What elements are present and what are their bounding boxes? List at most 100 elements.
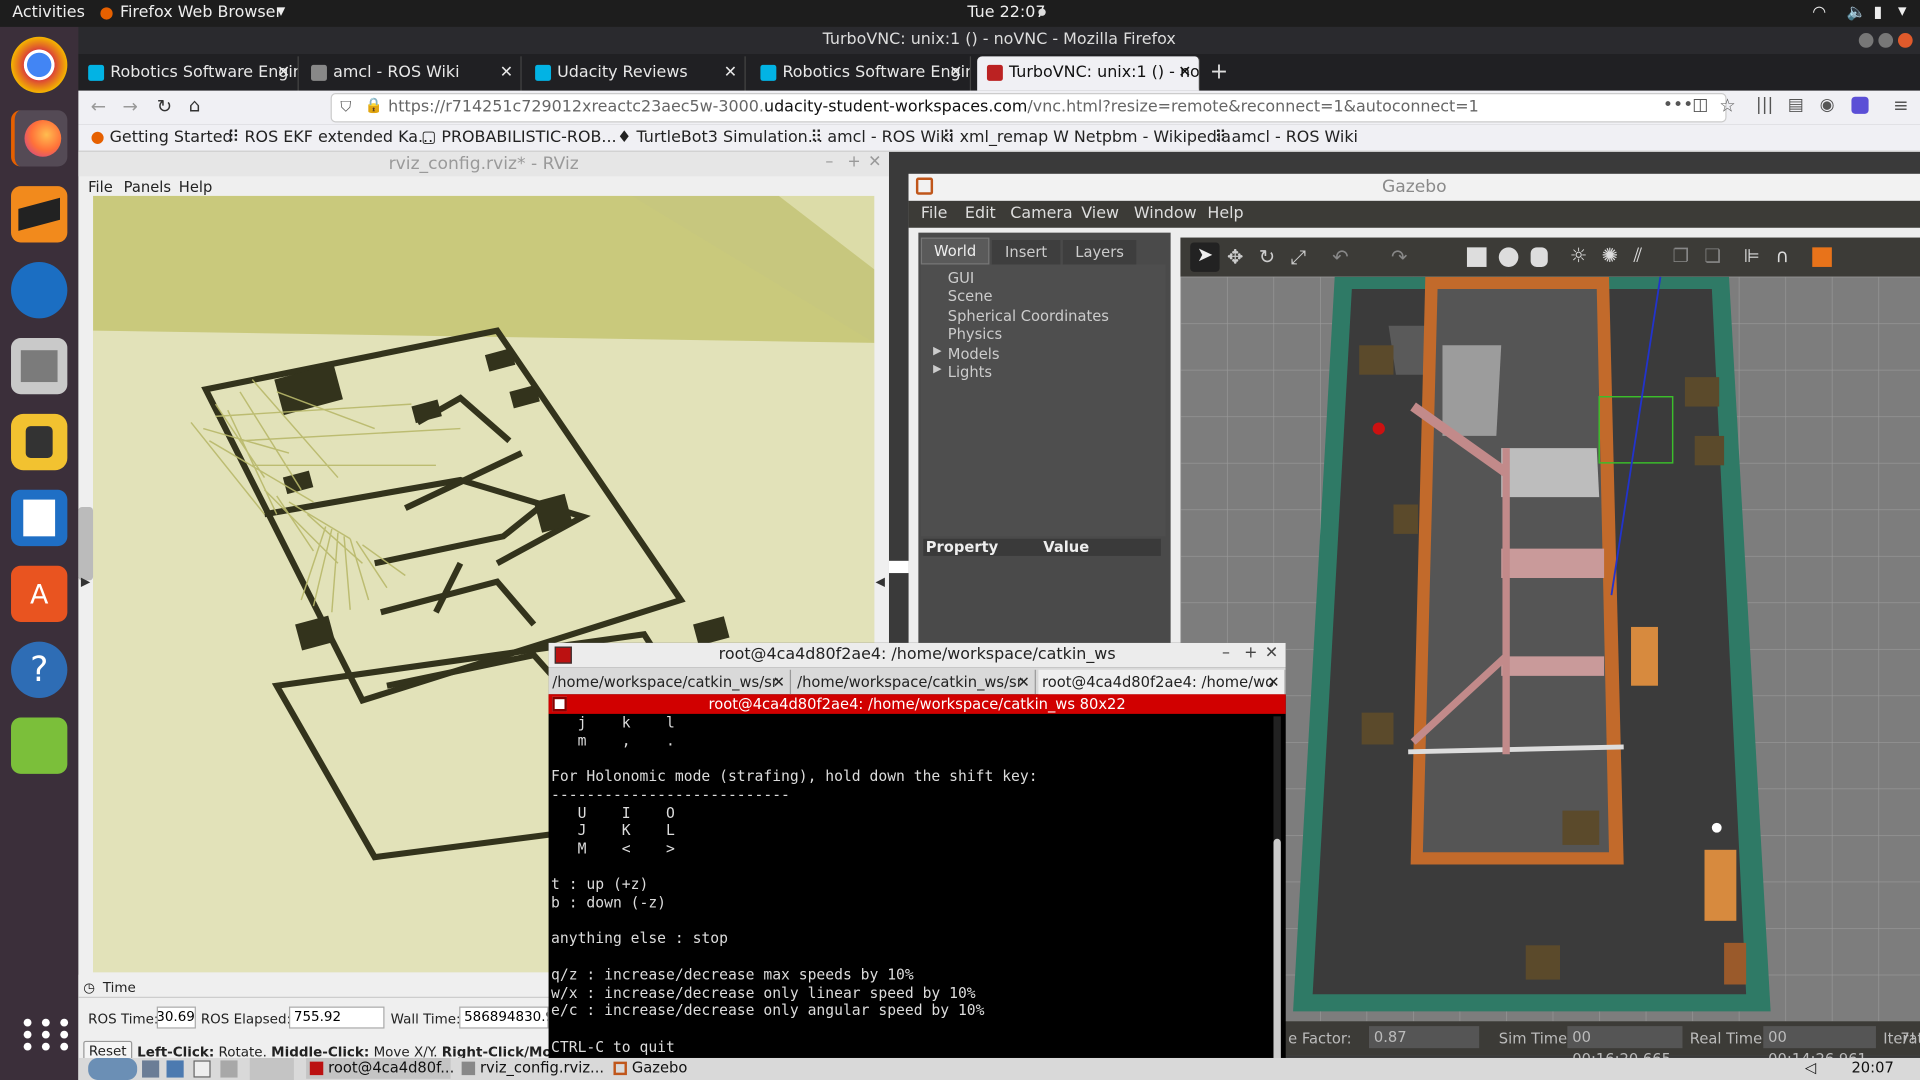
volume-icon[interactable]: 🔈	[1847, 4, 1867, 22]
snap-icon[interactable]: ∩	[1776, 245, 1789, 267]
gazebo-3d-view[interactable]	[1180, 276, 1920, 1056]
account-icon[interactable]: ◉	[1820, 96, 1835, 116]
menu-help[interactable]: Help	[179, 179, 213, 196]
writer-icon[interactable]	[11, 489, 68, 547]
menu-file[interactable]: File	[921, 204, 948, 222]
workspace-switcher[interactable]	[249, 1057, 294, 1080]
bookmark-amcl-2[interactable]: ⠿ amcl - ROS Wiki	[1215, 129, 1358, 147]
workspace-icon[interactable]	[11, 186, 68, 243]
menu-edit[interactable]: Edit	[965, 204, 996, 222]
back-icon[interactable]: ←	[91, 96, 106, 118]
terminal-tab-3[interactable]: root@4ca4d80f2ae4: /home/wo ✕	[1038, 669, 1286, 695]
point-light-icon[interactable]: ☼	[1570, 244, 1588, 267]
app-menu[interactable]: Firefox Web Browser	[120, 4, 282, 22]
close-tab-icon[interactable]: ✕	[773, 670, 785, 694]
rhythmbox-icon[interactable]	[11, 413, 68, 471]
text-editor-icon[interactable]	[11, 717, 68, 774]
tab-world[interactable]: World	[920, 237, 990, 265]
spot-light-icon[interactable]: ✺	[1602, 244, 1618, 267]
change-view-icon[interactable]	[1812, 247, 1832, 267]
sphere-shape-icon[interactable]	[1498, 247, 1519, 267]
software-center-icon[interactable]: A	[11, 565, 68, 623]
scale-tool-icon[interactable]: ⤢	[1291, 245, 1307, 269]
maximize-icon[interactable]: +	[1244, 644, 1257, 662]
pocket-icon[interactable]: ◫	[1692, 96, 1708, 116]
close-icon[interactable]	[1897, 33, 1913, 48]
activities-button[interactable]: Activities	[12, 4, 85, 22]
bookmark-star-icon[interactable]: ☆	[1719, 94, 1735, 116]
collapse-right-icon[interactable]: ◀	[876, 576, 885, 589]
task-terminal[interactable]: root@4ca4d80f...	[306, 1057, 454, 1079]
show-desktop-icon[interactable]	[142, 1060, 160, 1078]
shield-icon[interactable]: ⛉	[340, 98, 351, 116]
tree-models[interactable]: Models	[948, 345, 1000, 362]
show-applications-icon[interactable]: ••• ••• •••	[20, 1011, 73, 1062]
tree-lights[interactable]: Lights	[948, 364, 992, 381]
ros-time-field[interactable]: 30.69	[156, 1006, 196, 1029]
terminal-tab-2[interactable]: /home/workspace/catkin_ws/sr ✕	[793, 669, 1036, 695]
settings-icon[interactable]	[166, 1060, 184, 1078]
menu-file[interactable]: File	[88, 179, 113, 196]
bookmark-turtlebot3[interactable]: ♦ TurtleBot3 Simulation...	[617, 129, 823, 147]
terminal-launcher-icon[interactable]	[193, 1060, 211, 1078]
expand-icon[interactable]: ▶	[933, 364, 941, 376]
chrome-icon[interactable]	[11, 36, 68, 94]
tree-scene[interactable]: Scene	[948, 288, 993, 305]
tab-robotics-2[interactable]: Robotics Software Engin ✕	[751, 56, 972, 91]
close-icon[interactable]: ✕	[868, 153, 881, 171]
home-icon[interactable]: ⌂	[189, 94, 201, 116]
library-icon[interactable]: |||	[1756, 96, 1773, 116]
terminal-tab-1[interactable]: /home/workspace/catkin_ws/sr ✕	[549, 669, 792, 695]
page-actions-icon[interactable]: •••	[1663, 96, 1693, 116]
close-tab-icon[interactable]: ✕	[1017, 670, 1029, 694]
select-tool-icon[interactable]: ➤	[1190, 242, 1220, 272]
task-gazebo[interactable]: Gazebo	[610, 1058, 754, 1079]
tab-turbovnc[interactable]: TurboVNC: unix:1 () - noV ✕	[977, 56, 1201, 91]
ros-elapsed-field[interactable]: 755.92	[288, 1006, 385, 1029]
directional-light-icon[interactable]: ⫽	[1633, 244, 1642, 268]
redo-icon[interactable]: ↷	[1391, 245, 1407, 268]
tree-physics[interactable]: Physics	[948, 326, 1002, 343]
bookmark-getting-started[interactable]: ● Getting Started	[91, 129, 233, 147]
bookmark-amcl[interactable]: ⠿ amcl - ROS Wiki	[811, 129, 954, 147]
translate-tool-icon[interactable]: ✥	[1227, 245, 1243, 268]
minimize-icon[interactable]: –	[1222, 644, 1230, 662]
menu-window[interactable]: Window	[1134, 204, 1197, 222]
speaker-icon[interactable]: ◁	[1805, 1059, 1816, 1076]
minimize-icon[interactable]: –	[825, 153, 833, 171]
filemanager-icon[interactable]	[220, 1060, 238, 1078]
files-icon[interactable]	[11, 337, 68, 395]
close-tab-icon[interactable]: ✕	[1178, 56, 1191, 90]
reload-icon[interactable]: ↻	[157, 96, 172, 118]
sidebar-icon[interactable]: ▤	[1788, 96, 1804, 116]
start-button[interactable]	[88, 1057, 138, 1080]
bookmark-netpbm[interactable]: W Netpbm - Wikipedia	[1053, 129, 1231, 147]
maximize-icon[interactable]	[1878, 33, 1894, 48]
expand-icon[interactable]: ▶	[933, 345, 941, 357]
close-tab-icon[interactable]: ✕	[724, 56, 737, 90]
maximize-icon[interactable]: +	[847, 153, 860, 171]
clock[interactable]: Tue 22:07	[967, 4, 1045, 22]
close-tab-icon[interactable]: ✕	[1267, 670, 1279, 694]
menu-camera[interactable]: Camera	[1010, 204, 1072, 222]
forward-icon[interactable]: →	[122, 96, 137, 118]
menu-panels[interactable]: Panels	[124, 179, 171, 196]
vnc-side-handle[interactable]	[888, 560, 909, 574]
paste-icon[interactable]: ❏	[1705, 245, 1721, 267]
firefox-dock-icon[interactable]	[11, 110, 68, 167]
battery-icon[interactable]: ▮	[1873, 4, 1882, 22]
expand-left-icon[interactable]: ▶	[81, 576, 90, 589]
tab-layers[interactable]: Layers	[1062, 240, 1137, 265]
menu-view[interactable]: View	[1081, 204, 1119, 222]
bookmark-xml-remap[interactable]: ⠿ xml_remap	[943, 129, 1048, 147]
menu-icon[interactable]: ≡	[1893, 94, 1908, 116]
bookmark-ros-ekf[interactable]: ⠿ ROS EKF extended Ka...	[228, 129, 433, 147]
left-dock-handle[interactable]	[78, 506, 94, 581]
menu-help[interactable]: Help	[1207, 204, 1243, 222]
tab-udacity-reviews[interactable]: Udacity Reviews ✕	[525, 56, 746, 91]
copy-icon[interactable]: ❐	[1673, 245, 1689, 267]
undo-icon[interactable]: ↶	[1332, 245, 1348, 268]
wifi-icon[interactable]: ◠	[1812, 4, 1826, 22]
new-tab-icon[interactable]: +	[1210, 59, 1228, 85]
close-tab-icon[interactable]: ✕	[500, 56, 513, 90]
